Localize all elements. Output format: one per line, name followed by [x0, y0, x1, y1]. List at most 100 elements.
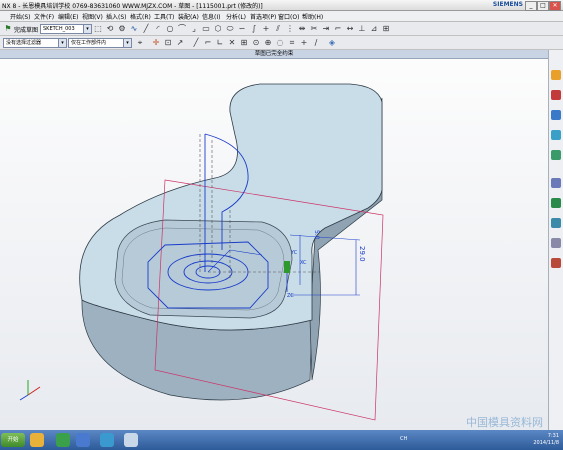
nx-app-icon[interactable] — [124, 433, 138, 447]
make-corner-icon[interactable]: ⌐ — [332, 23, 344, 35]
assembly-scope-select[interactable]: 仅在工作部件内 ▾ — [68, 38, 132, 48]
menu-format[interactable]: 格式(R) — [130, 12, 151, 21]
history-icon[interactable] — [551, 198, 561, 208]
graphics-viewport[interactable]: 5.0 29.0 XC YC ZC — [0, 50, 548, 430]
mirror-curve-icon[interactable]: ⇹ — [296, 23, 308, 35]
web-browser-icon[interactable] — [551, 178, 561, 188]
arc-center-icon[interactable]: ⊙ — [250, 37, 262, 49]
part-navigator-icon[interactable] — [551, 110, 561, 120]
explorer-icon[interactable] — [76, 433, 90, 447]
point-on-curve-icon[interactable]: ◌ — [274, 37, 286, 49]
quadrant-point-icon[interactable]: ⊕ — [262, 37, 274, 49]
rectangle-icon[interactable]: ▭ — [200, 23, 212, 35]
dimension-label-2[interactable]: 29.0 — [358, 246, 366, 262]
system-materials-icon[interactable] — [551, 218, 561, 228]
menu-assembly[interactable]: 装配(A) — [178, 12, 199, 21]
intersection-point-icon[interactable]: ✕ — [226, 37, 238, 49]
profile-icon[interactable]: ∿ — [128, 23, 140, 35]
select-all-icon[interactable]: ✛ — [150, 37, 162, 49]
orient-view-icon[interactable]: ⬚ — [92, 23, 104, 35]
roles-icon[interactable] — [551, 258, 561, 268]
viewport-status-bar: 草图已完全约束 — [0, 50, 548, 59]
chamfer-icon[interactable]: ⌟ — [188, 23, 200, 35]
snap-grid-icon[interactable]: ⊞ — [238, 37, 250, 49]
finish-sketch-icon[interactable]: ⚑ — [2, 23, 14, 35]
point-icon[interactable]: + — [260, 23, 272, 35]
extend-icon[interactable]: ⇥ — [320, 23, 332, 35]
menu-file[interactable]: 文件(F) — [34, 12, 54, 21]
arc-icon[interactable]: ◜ — [152, 23, 164, 35]
studio-spline-icon[interactable]: ∫ — [248, 23, 260, 35]
filter-select[interactable]: 没有选择过滤器 ▾ — [3, 38, 67, 48]
reattach-icon[interactable]: ⟲ — [104, 23, 116, 35]
windows-logo-icon[interactable] — [30, 433, 44, 447]
sketch-name-select[interactable]: SKETCH_003 ▾ — [40, 24, 92, 34]
resource-bar — [548, 50, 563, 430]
assembly-navigator-icon[interactable] — [551, 70, 561, 80]
tray-language[interactable]: CH — [400, 436, 407, 442]
menu-bar: 开始(S) 文件(F) 编辑(E) 视图(V) 插入(S) 格式(R) 工具(T… — [0, 11, 563, 22]
menu-edit[interactable]: 编辑(E) — [58, 12, 78, 21]
curve-rule-icon[interactable]: ↗ — [174, 37, 186, 49]
minimize-button[interactable]: _ — [525, 1, 537, 11]
clock-time: 7:31 — [547, 433, 559, 439]
conic-icon[interactable]: ∽ — [236, 23, 248, 35]
menu-start[interactable]: 开始(S) — [10, 12, 31, 21]
fillet-icon[interactable]: ⌒ — [176, 23, 188, 35]
snap-point-icon[interactable]: ⊡ — [162, 37, 174, 49]
window-title: NX 8 - 长恩模具培训学校 0769-83631060 WWW.MJZX.C… — [2, 3, 263, 10]
constraint-icon[interactable]: ⊥ — [356, 23, 368, 35]
messenger-icon[interactable] — [100, 433, 114, 447]
start-button[interactable]: 开始 — [1, 433, 25, 447]
viewport-status-text: 草图已完全约束 — [254, 51, 294, 57]
trim-icon[interactable]: ✂ — [308, 23, 320, 35]
process-studio-icon[interactable] — [551, 238, 561, 248]
constraint-navigator-icon[interactable] — [551, 90, 561, 100]
offset-curve-icon[interactable]: ⫽ — [272, 23, 284, 35]
axis-label-yc: YC — [291, 250, 298, 256]
existing-point-icon[interactable]: + — [298, 37, 310, 49]
assembly-scope-value: 仅在工作部件内 — [71, 40, 107, 46]
point-on-surface-icon[interactable]: ⌗ — [286, 37, 298, 49]
hd3d-tools-icon[interactable] — [551, 150, 561, 160]
axis-label-xc: XC — [300, 260, 307, 266]
line-icon[interactable]: ╱ — [140, 23, 152, 35]
system-clock[interactable]: 7:31 2014/11/8 — [533, 433, 559, 447]
reuse-library-icon[interactable] — [551, 130, 561, 140]
pattern-curve-icon[interactable]: ⋮ — [284, 23, 296, 35]
control-point-icon[interactable]: ∟ — [214, 37, 226, 49]
ellipse-icon[interactable]: ⬭ — [224, 23, 236, 35]
circle-icon[interactable]: ○ — [164, 23, 176, 35]
menu-preferences[interactable]: 首选项(P) — [250, 12, 276, 21]
maximize-button[interactable]: □ — [537, 1, 549, 11]
menu-tools[interactable]: 工具(T) — [154, 12, 174, 21]
mid-point-icon[interactable]: ⌐ — [202, 37, 214, 49]
end-point-icon[interactable]: ╱ — [190, 37, 202, 49]
part-body — [79, 83, 383, 401]
menu-window[interactable]: 窗口(O) — [278, 12, 299, 21]
start-label: 开始 — [7, 437, 19, 443]
close-button[interactable]: ✕ — [549, 1, 561, 11]
title-bar: NX 8 - 长恩模具培训学校 0769-83631060 WWW.MJZX.C… — [0, 0, 563, 11]
menu-help[interactable]: 帮助(H) — [302, 12, 323, 21]
update-model-icon[interactable]: ⚙ — [116, 23, 128, 35]
dimension-label-1[interactable]: 5.0 — [313, 230, 320, 240]
cube-view-icon[interactable]: ◈ — [326, 37, 338, 49]
show-constraints-icon[interactable]: ⊞ — [380, 23, 392, 35]
tangent-point-icon[interactable]: ∕ — [310, 37, 322, 49]
clock-date: 2014/11/8 — [533, 440, 559, 446]
menu-info[interactable]: 信息(I) — [202, 12, 220, 21]
dimension-icon[interactable]: ↔ — [344, 23, 356, 35]
filter-select-value: 没有选择过滤器 — [6, 40, 42, 46]
menu-view[interactable]: 视图(V) — [82, 12, 103, 21]
polygon-icon[interactable]: ⬡ — [212, 23, 224, 35]
menu-analysis[interactable]: 分析(L) — [226, 12, 246, 21]
selection-toolbar: 没有选择过滤器 ▾ 仅在工作部件内 ▾ ⌖ ✛ ⊡ ↗ ╱ ⌐ ∟ ✕ ⊞ ⊙ … — [0, 36, 563, 50]
menu-insert[interactable]: 插入(S) — [106, 12, 127, 21]
axis-label-zc: ZC — [287, 293, 294, 299]
ie-browser-icon[interactable] — [56, 433, 70, 447]
general-selection-icon[interactable]: ⌖ — [134, 37, 146, 49]
chevron-down-icon: ▾ — [123, 39, 131, 47]
auto-constraint-icon[interactable]: ⊿ — [368, 23, 380, 35]
finish-sketch-label[interactable]: 完成草图 — [14, 25, 38, 34]
